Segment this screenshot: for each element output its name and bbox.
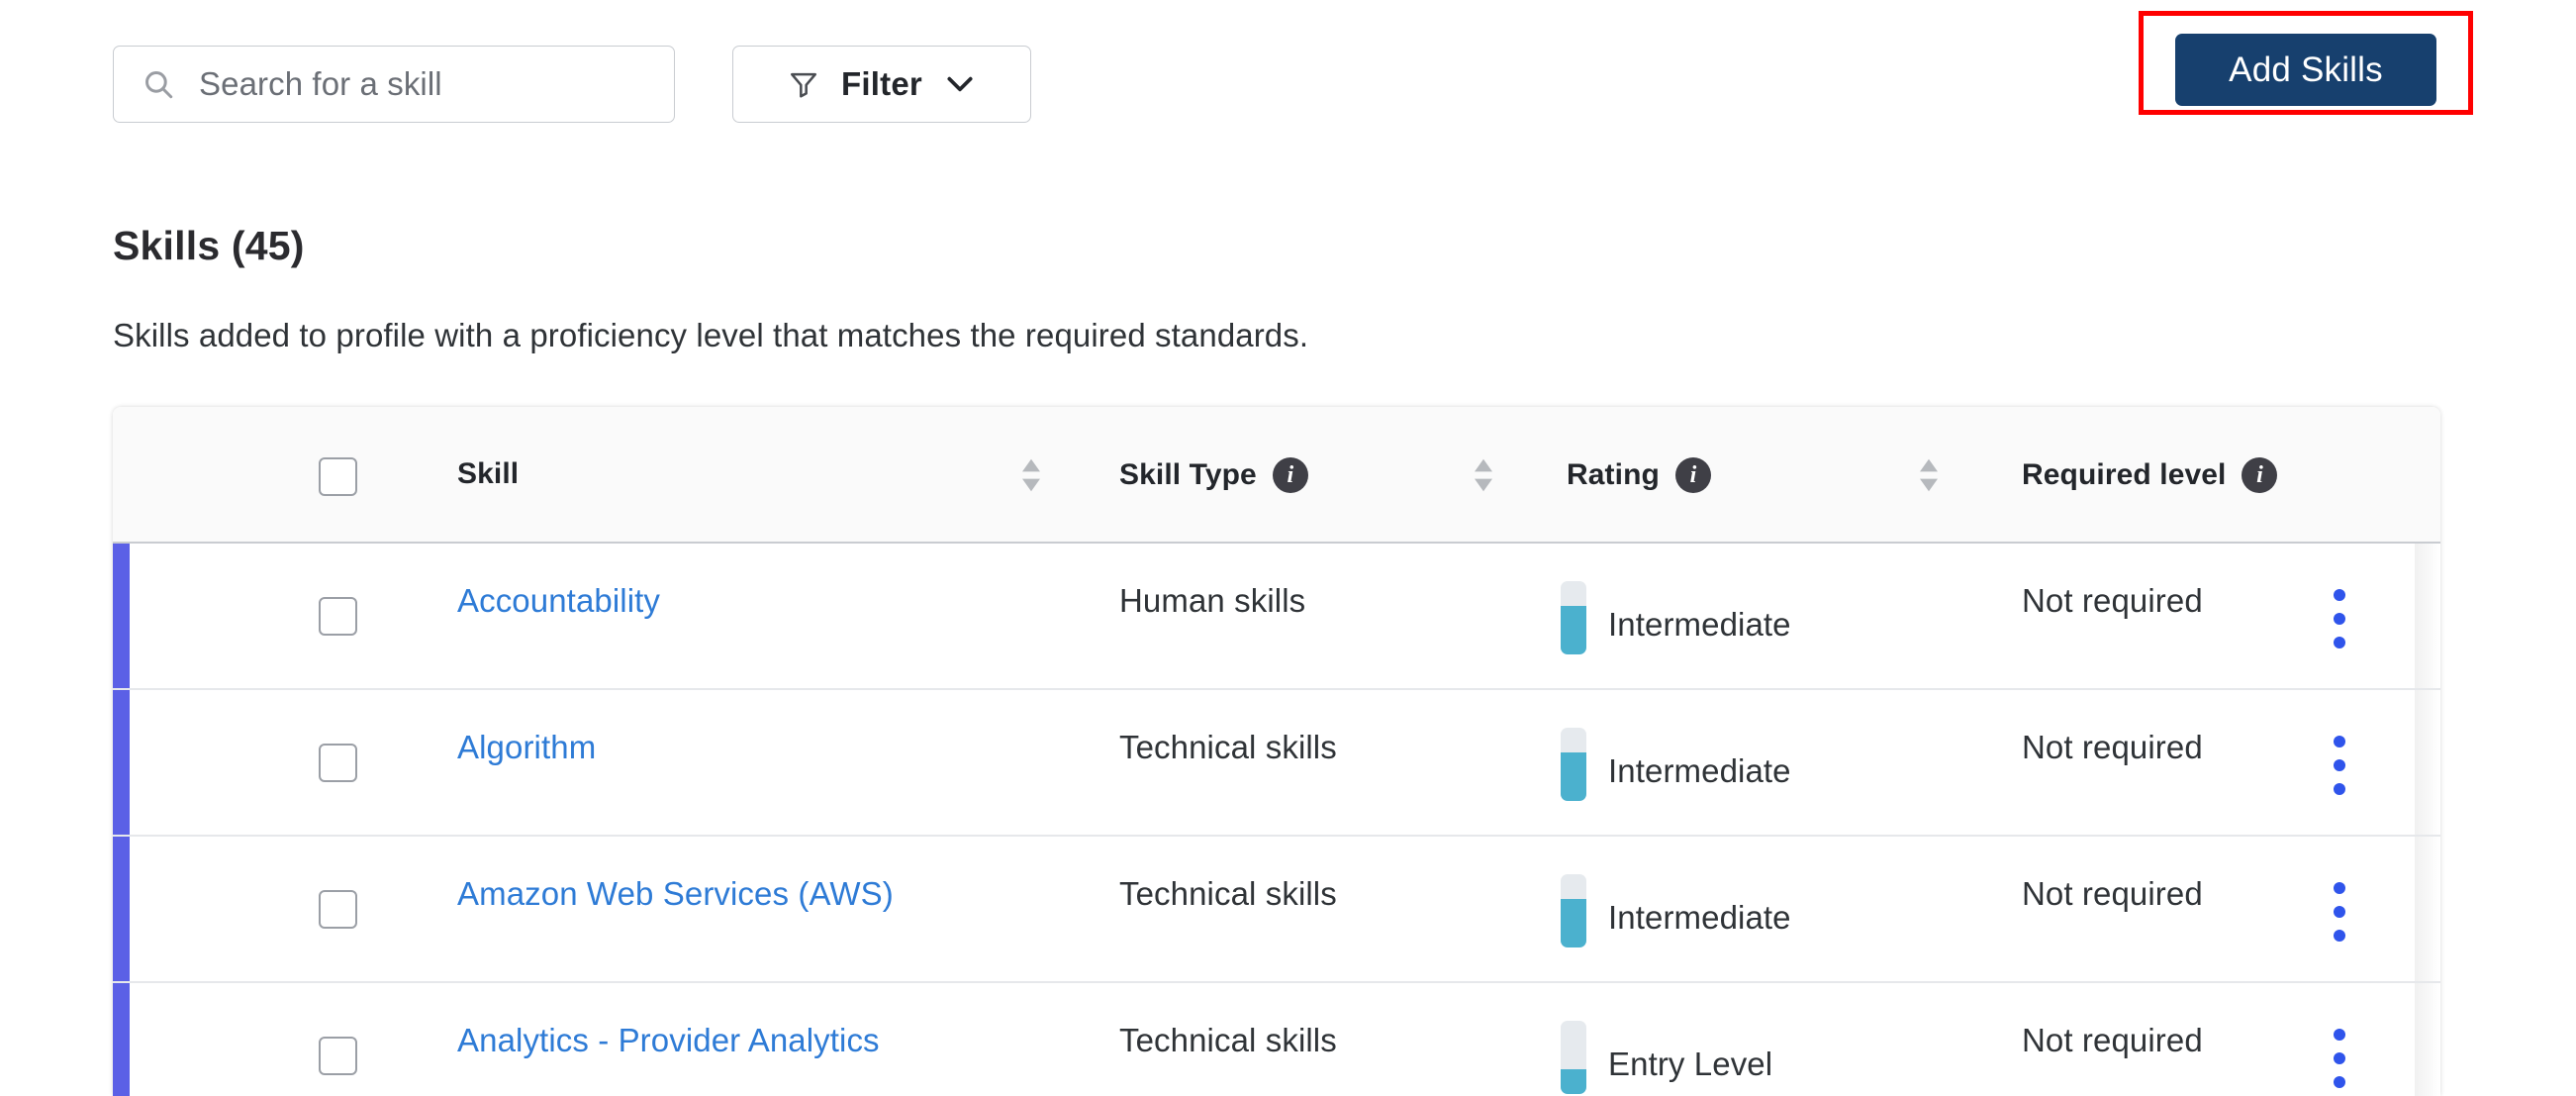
menu-dot bbox=[2334, 613, 2345, 625]
row-more-options-icon[interactable] bbox=[2315, 882, 2364, 942]
row-checkbox[interactable] bbox=[319, 744, 357, 782]
rating-segment bbox=[1561, 728, 1586, 752]
rating-cell: Entry Level bbox=[1561, 1021, 1772, 1094]
sort-icon-rating[interactable] bbox=[1918, 457, 1940, 493]
row-checkbox[interactable] bbox=[319, 1037, 357, 1075]
skill-link[interactable]: Algorithm bbox=[457, 729, 596, 766]
menu-dot bbox=[2334, 906, 2345, 918]
checkbox-box[interactable] bbox=[319, 744, 357, 782]
sort-icon-required-level[interactable] bbox=[2438, 457, 2440, 493]
rating-label: Intermediate bbox=[1608, 899, 1791, 936]
rating-segment bbox=[1561, 1021, 1586, 1046]
menu-dot bbox=[2334, 882, 2345, 894]
rating-segment bbox=[1561, 581, 1586, 606]
column-header-skill-type[interactable]: Skill Type i bbox=[1119, 457, 1308, 493]
info-icon[interactable]: i bbox=[1272, 457, 1308, 493]
column-header-rating[interactable]: Rating i bbox=[1567, 457, 1711, 493]
skill-type-value: Technical skills bbox=[1119, 875, 1337, 912]
add-skills-button[interactable]: Add Skills bbox=[2175, 34, 2436, 106]
search-icon bbox=[142, 67, 175, 101]
column-header-label: Skill bbox=[457, 457, 520, 490]
info-icon[interactable]: i bbox=[2242, 457, 2278, 493]
row-checkbox[interactable] bbox=[319, 890, 357, 929]
rating-label: Intermediate bbox=[1608, 752, 1791, 789]
menu-dot bbox=[2334, 783, 2345, 795]
rating-level-bar bbox=[1561, 1021, 1586, 1094]
row-checkbox[interactable] bbox=[319, 597, 357, 636]
funnel-icon bbox=[788, 68, 819, 100]
rating-cell: Intermediate bbox=[1561, 874, 1791, 947]
column-header-required-level[interactable]: Required level i bbox=[2022, 457, 2278, 493]
required-level-value: Not required bbox=[2022, 1022, 2203, 1058]
rating-segment bbox=[1561, 1069, 1586, 1094]
rating-label: Intermediate bbox=[1608, 606, 1791, 643]
toolbar: Search for a skill Filter Add Skills bbox=[0, 0, 2576, 188]
menu-dot bbox=[2334, 759, 2345, 771]
sort-icon-skill[interactable] bbox=[1020, 457, 1042, 493]
required-level-value: Not required bbox=[2022, 582, 2203, 619]
checkbox-box[interactable] bbox=[319, 1037, 357, 1075]
table-header-row: Skill Skill Type i Rating i Required lev… bbox=[113, 407, 2440, 544]
rating-segment bbox=[1561, 923, 1586, 947]
column-header-label: Rating bbox=[1567, 458, 1660, 491]
menu-dot bbox=[2334, 736, 2345, 747]
checkbox-box[interactable] bbox=[319, 457, 357, 496]
section-description: Skills added to profile with a proficien… bbox=[113, 317, 1309, 353]
column-header-label: Skill Type bbox=[1119, 458, 1257, 491]
table-row[interactable]: Analytics - Provider Analytics Technical… bbox=[113, 983, 2440, 1096]
column-header-label: Required level bbox=[2022, 458, 2227, 491]
table-row[interactable]: Accountability Human skills Intermediate… bbox=[113, 544, 2440, 690]
chevron-down-icon bbox=[944, 73, 976, 95]
page-title: Skills (45) bbox=[113, 223, 305, 268]
table-body: Accountability Human skills Intermediate… bbox=[113, 544, 2440, 1096]
skill-type-value: Technical skills bbox=[1119, 729, 1337, 765]
search-placeholder: Search for a skill bbox=[199, 65, 442, 102]
rating-level-bar bbox=[1561, 874, 1586, 947]
skill-type-value: Human skills bbox=[1119, 582, 1306, 619]
required-level-value: Not required bbox=[2022, 875, 2203, 912]
rating-level-bar bbox=[1561, 581, 1586, 654]
row-more-options-icon[interactable] bbox=[2315, 589, 2364, 648]
skill-type-value: Technical skills bbox=[1119, 1022, 1337, 1058]
checkbox-box[interactable] bbox=[319, 597, 357, 636]
menu-dot bbox=[2334, 1029, 2345, 1041]
table-row[interactable]: Amazon Web Services (AWS) Technical skil… bbox=[113, 837, 2440, 983]
row-more-options-icon[interactable] bbox=[2315, 736, 2364, 795]
filter-button[interactable]: Filter bbox=[732, 46, 1031, 123]
rating-segment bbox=[1561, 630, 1586, 654]
row-more-options-icon[interactable] bbox=[2315, 1029, 2364, 1088]
menu-dot bbox=[2334, 1052, 2345, 1064]
table-row[interactable]: Algorithm Technical skills Intermediate … bbox=[113, 690, 2440, 837]
rating-segment bbox=[1561, 898, 1586, 924]
rating-segment bbox=[1561, 751, 1586, 777]
menu-dot bbox=[2334, 589, 2345, 601]
info-icon[interactable]: i bbox=[1674, 457, 1711, 493]
skills-table: Skill Skill Type i Rating i Required lev… bbox=[113, 407, 2440, 1096]
search-input[interactable]: Search for a skill bbox=[113, 46, 675, 123]
sort-icon-skill-type[interactable] bbox=[1473, 457, 1494, 493]
rating-segment bbox=[1561, 776, 1586, 801]
select-all-checkbox[interactable] bbox=[319, 457, 357, 496]
checkbox-box[interactable] bbox=[319, 890, 357, 929]
rating-segment bbox=[1561, 1045, 1586, 1070]
rating-segment bbox=[1561, 605, 1586, 631]
column-header-skill[interactable]: Skill bbox=[457, 457, 519, 491]
skill-link[interactable]: Amazon Web Services (AWS) bbox=[457, 875, 894, 913]
rating-cell: Intermediate bbox=[1561, 728, 1791, 801]
skill-link[interactable]: Analytics - Provider Analytics bbox=[457, 1022, 880, 1059]
rating-cell: Intermediate bbox=[1561, 581, 1791, 654]
rating-level-bar bbox=[1561, 728, 1586, 801]
rating-segment bbox=[1561, 874, 1586, 899]
menu-dot bbox=[2334, 637, 2345, 648]
skill-link[interactable]: Accountability bbox=[457, 582, 660, 620]
menu-dot bbox=[2334, 1076, 2345, 1088]
required-level-value: Not required bbox=[2022, 729, 2203, 765]
menu-dot bbox=[2334, 930, 2345, 942]
filter-label: Filter bbox=[841, 65, 922, 102]
rating-label: Entry Level bbox=[1608, 1046, 1773, 1082]
